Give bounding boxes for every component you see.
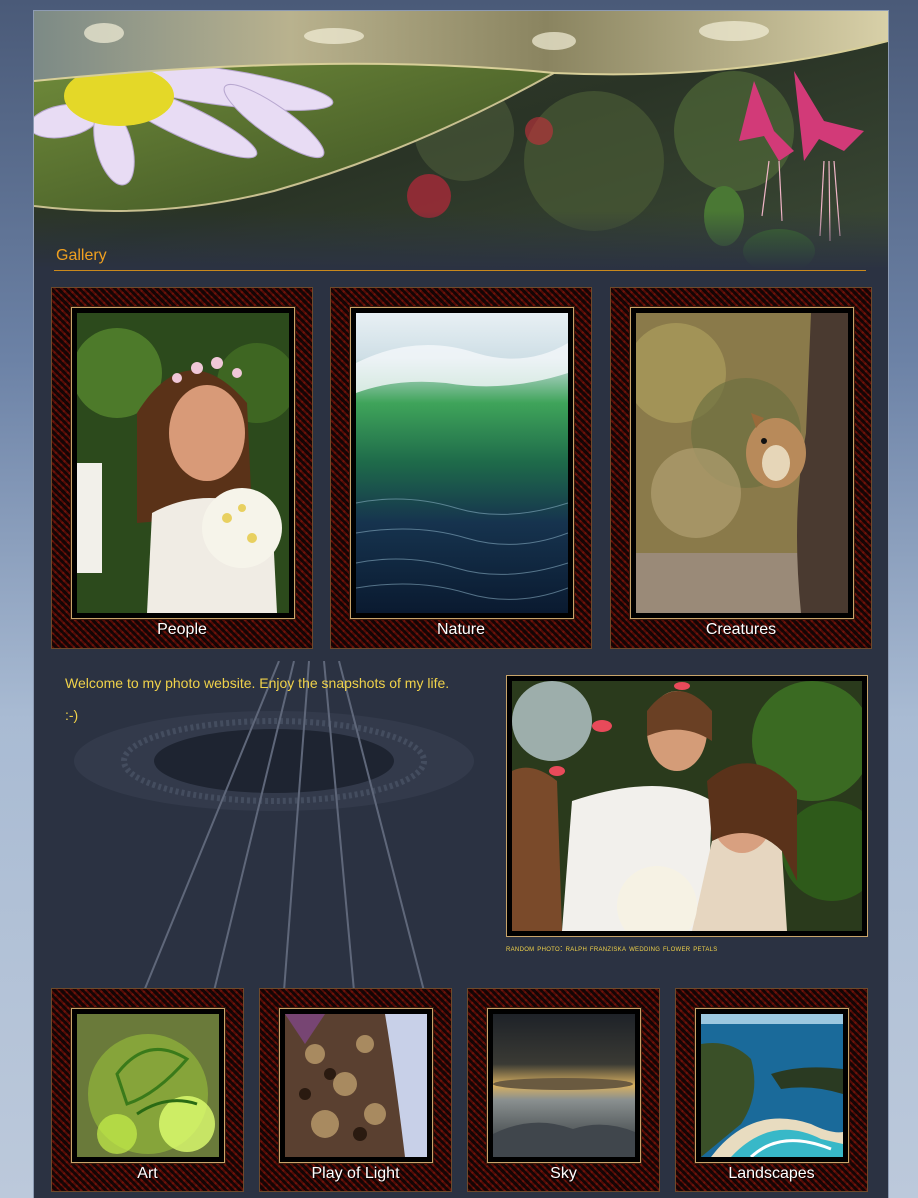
gallery-label-landscapes[interactable]: Landscapes: [676, 1165, 867, 1183]
random-photo[interactable]: [512, 681, 882, 946]
gallery-tile-art[interactable]: Art: [51, 988, 244, 1192]
header-banner: [34, 11, 888, 269]
gallery-label-art[interactable]: Art: [52, 1165, 243, 1183]
gallery-heading: Gallery: [56, 247, 107, 264]
gallery-label-creatures[interactable]: Creatures: [611, 621, 871, 639]
gallery-tile-people[interactable]: People: [51, 287, 313, 649]
random-photo-frame[interactable]: [506, 675, 882, 946]
welcome-smiley: :-): [65, 707, 79, 723]
landscapes-thumbnail[interactable]: [701, 1014, 843, 1157]
gallery-tile-play-of-light[interactable]: Play of Light: [259, 988, 452, 1192]
page-container: Gallery People Nature Creatures Welcome …: [33, 10, 889, 1198]
gallery-label-sky[interactable]: Sky: [468, 1165, 659, 1183]
play-of-light-thumbnail[interactable]: [285, 1014, 427, 1157]
gallery-tile-nature[interactable]: Nature: [330, 287, 592, 649]
random-photo-caption: random photo: ralph franziska wedding fl…: [506, 943, 718, 953]
gallery-tile-creatures[interactable]: Creatures: [610, 287, 872, 649]
welcome-text: Welcome to my photo website. Enjoy the s…: [65, 675, 450, 691]
heading-divider: [54, 270, 866, 271]
gallery-label-people[interactable]: People: [52, 621, 312, 639]
art-thumbnail[interactable]: [77, 1014, 219, 1157]
gallery-label-nature[interactable]: Nature: [331, 621, 591, 639]
guitar-background-graphic: [74, 661, 474, 991]
sky-thumbnail[interactable]: [493, 1014, 635, 1157]
gallery-label-play-of-light[interactable]: Play of Light: [260, 1165, 451, 1183]
people-thumbnail[interactable]: [77, 313, 289, 613]
creatures-thumbnail[interactable]: [636, 313, 848, 613]
gallery-tile-landscapes[interactable]: Landscapes: [675, 988, 868, 1192]
gallery-tile-sky[interactable]: Sky: [467, 988, 660, 1192]
nature-thumbnail[interactable]: [356, 313, 568, 613]
